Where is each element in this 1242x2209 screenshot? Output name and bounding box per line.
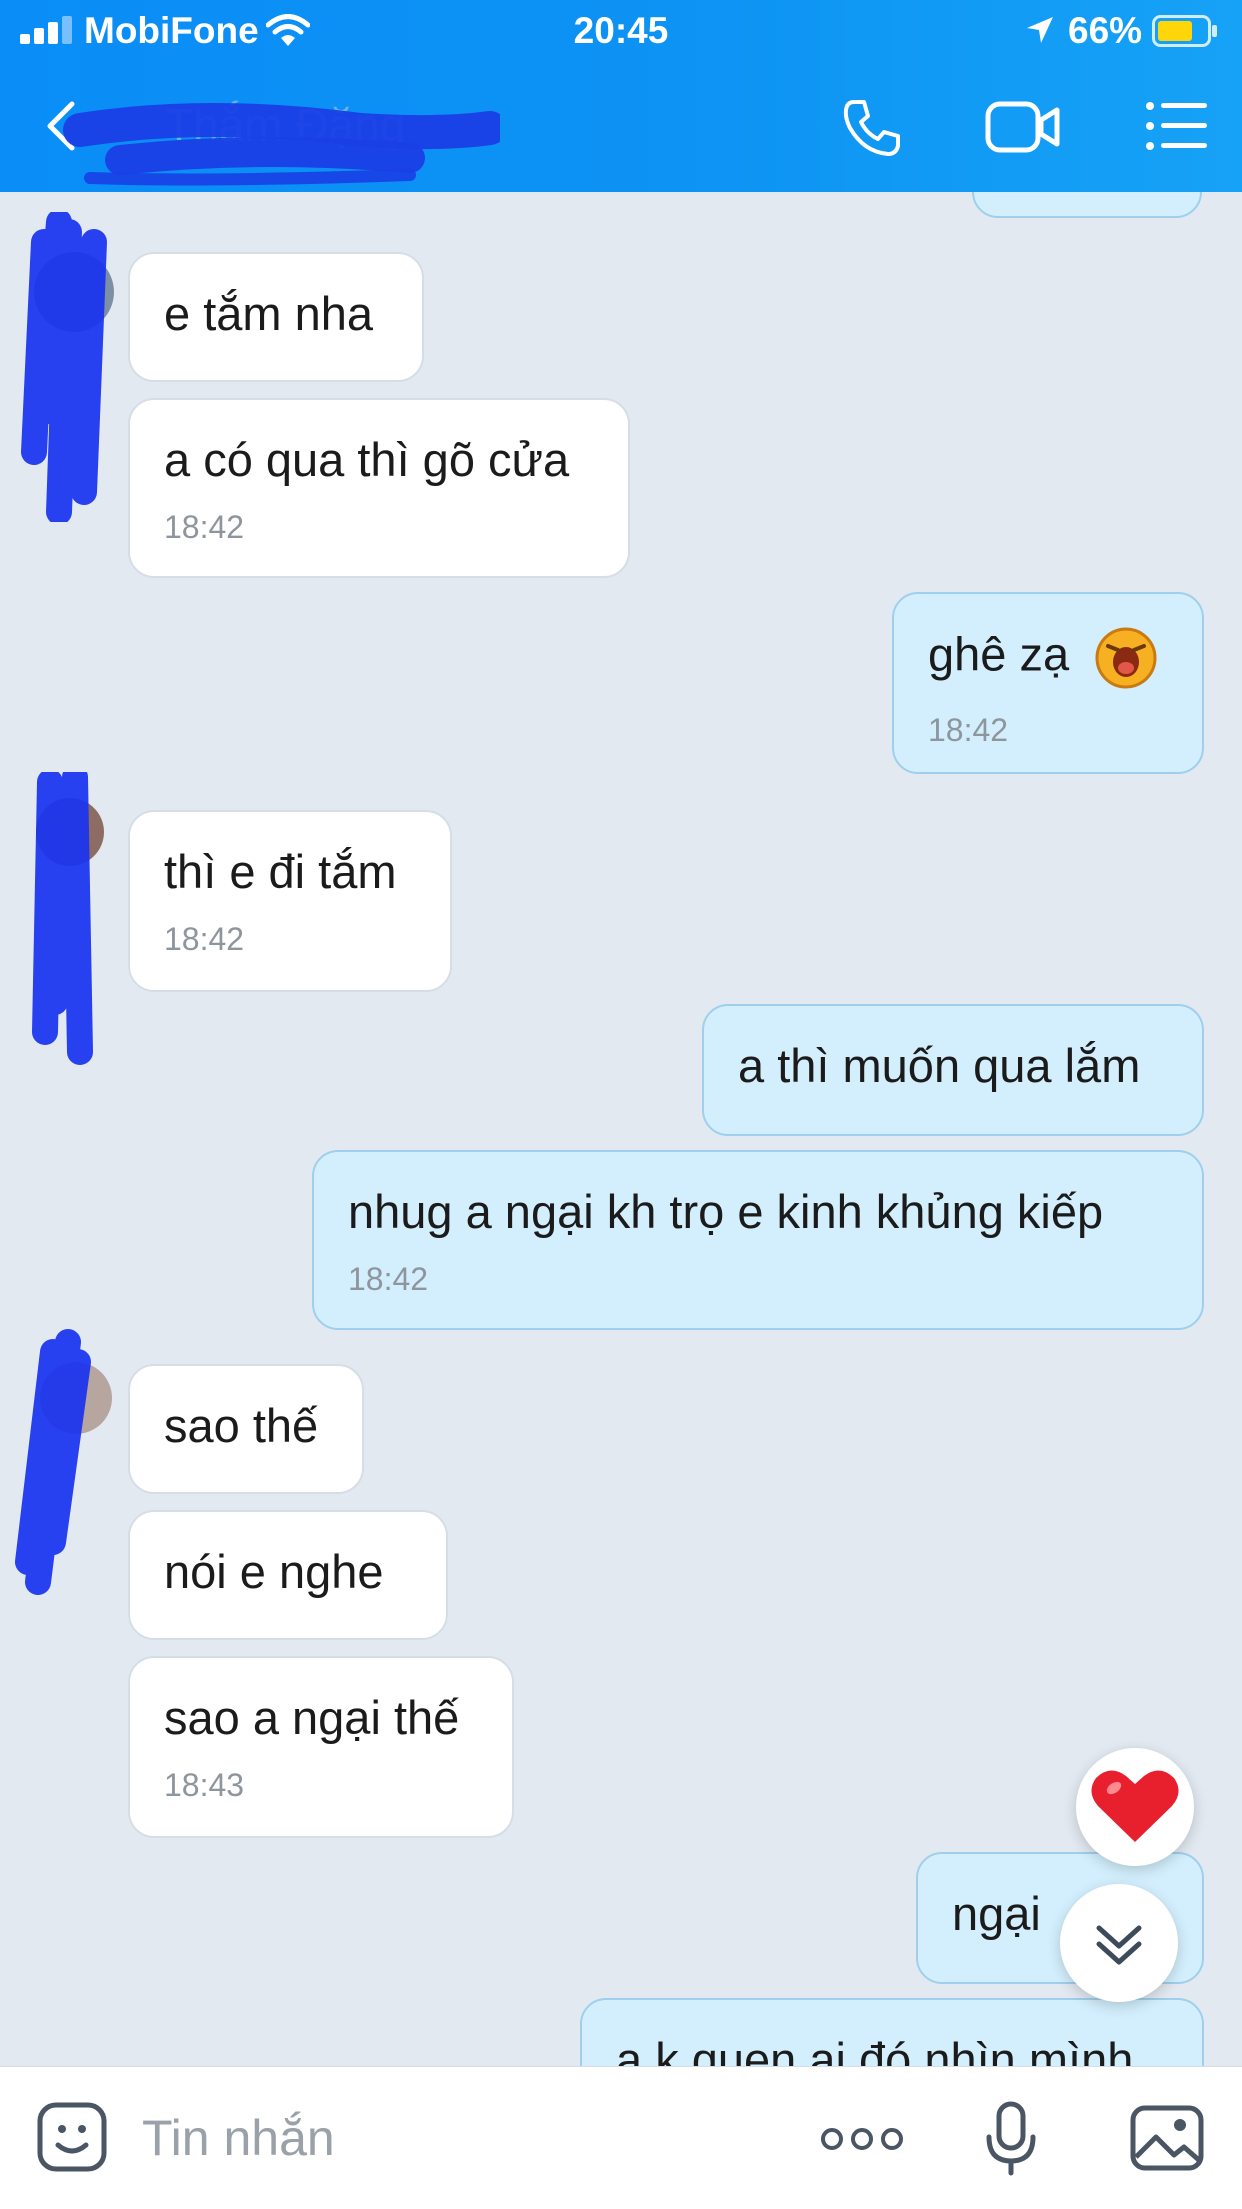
phone-icon[interactable] [840,96,904,160]
heart-reaction-button[interactable] [1076,1748,1194,1866]
message-time: 18:43 [164,1767,245,1803]
message-input-bar [0,2066,1242,2209]
redaction-scribble [63,103,500,186]
message-input[interactable] [140,2105,744,2171]
clock-label: 20:45 [573,10,669,51]
scroll-to-bottom-button[interactable] [1060,1884,1178,2002]
contact-avatar-redacted[interactable] [20,772,120,1072]
message-text: nhug a ngại kh trọ e kinh khủng kiếp [348,1185,1104,1238]
message-text: sao thế [164,1399,319,1452]
message-text: nói e nghe [164,1545,384,1598]
battery-icon [1152,15,1217,47]
message-text: a có qua thì gõ cửa [164,433,570,486]
message-text: a k quen ai đó nhìn mình [616,2033,1134,2066]
chevron-double-down-icon [1096,1925,1142,1965]
message-text: a thì muốn qua lắm [738,1039,1141,1092]
message-time: 18:42 [164,509,245,545]
message-time: 18:42 [348,1261,429,1297]
message-text: sao a ngại thế [164,1691,460,1744]
more-dots-icon[interactable] [820,2125,904,2153]
location-arrow-icon [1027,17,1053,43]
message-list[interactable]: e tắm nha a có qua thì gõ cửa 18:42 ghê … [0,192,1242,2066]
message-text: e tắm nha [164,287,374,340]
gallery-icon[interactable] [1130,2105,1204,2171]
message-bubble[interactable]: a có qua thì gõ cửa 18:42 [128,398,630,578]
microphone-icon[interactable] [985,2101,1037,2177]
message-text: ngại [952,1887,1041,1940]
shocked-face-sticker [1095,627,1157,689]
video-camera-icon[interactable] [985,98,1061,156]
message-time: 18:42 [164,921,245,957]
message-text: ghê zạ [928,627,1070,681]
message-time: 18:42 [928,712,1009,748]
heart-icon [1091,1770,1179,1842]
chat-header: MobiFone 20:45 66% Thắm Đặng [0,0,1242,192]
sticker-icon[interactable] [36,2101,108,2173]
message-bubble-partial[interactable] [972,192,1202,218]
menu-list-icon[interactable] [1145,100,1209,152]
message-bubble[interactable]: a thì muốn qua lắm [702,1004,1204,1136]
message-bubble[interactable]: sao thế [128,1364,364,1494]
battery-percent: 66% [1068,10,1143,51]
message-bubble[interactable]: sao a ngại thế 18:43 [128,1656,514,1838]
contact-avatar-redacted[interactable] [8,1322,118,1602]
message-bubble[interactable]: e tắm nha [128,252,424,382]
contact-avatar-redacted[interactable] [14,212,124,522]
message-bubble[interactable]: a k quen ai đó nhìn mình [580,1998,1204,2066]
message-bubble[interactable]: ghê zạ 18:42 [892,592,1204,774]
message-bubble[interactable]: nhug a ngại kh trọ e kinh khủng kiếp 18:… [312,1150,1204,1330]
message-text: thì e đi tắm [164,845,397,898]
message-bubble[interactable]: thì e đi tắm 18:42 [128,810,452,992]
message-bubble[interactable]: nói e nghe [128,1510,448,1640]
